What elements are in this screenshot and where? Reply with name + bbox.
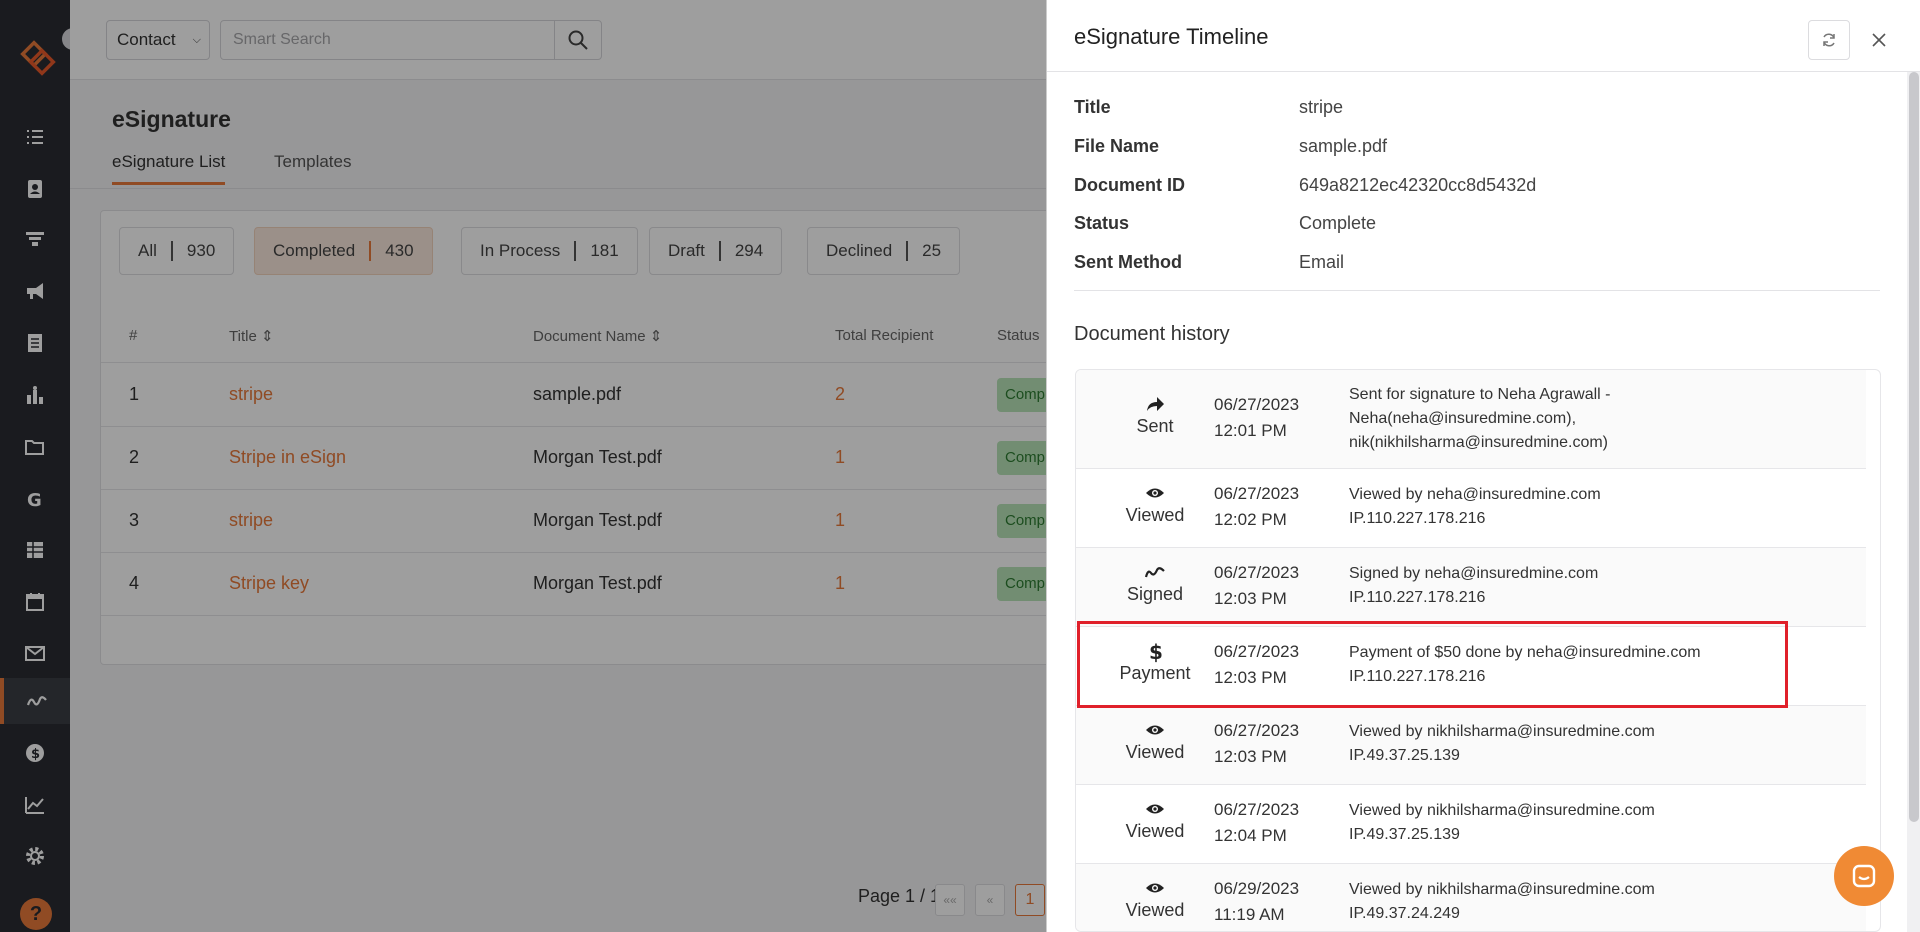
history-type: Signed (1076, 560, 1234, 605)
history-description: Viewed by nikhilsharma@insuredmine.com I… (1349, 720, 1655, 768)
payment-highlight-box (1077, 621, 1788, 708)
history-date: 06/27/2023 12:04 PM (1214, 797, 1299, 849)
history-description: Signed by neha@insuredmine.com IP.110.22… (1349, 562, 1598, 610)
refresh-icon (1823, 33, 1835, 47)
history-row: Signed 06/27/2023 12:03 PM Signed by neh… (1076, 548, 1866, 627)
info-label-title: Title (1074, 97, 1111, 117)
history-date-value: 06/27/2023 (1214, 484, 1300, 503)
info-divider (1074, 290, 1880, 291)
history-row: Viewed 06/29/2023 11:19 AM Viewed by nik… (1076, 864, 1866, 931)
eye-icon (1146, 725, 1164, 735)
history-date-value: 06/27/2023 (1214, 563, 1300, 582)
info-value-sent-method: Email (1299, 252, 1345, 272)
share-arrow-icon (1147, 397, 1164, 411)
signature-icon (1144, 567, 1165, 578)
drawer-scrollbar[interactable] (1909, 72, 1919, 822)
drawer-header: eSignature Timeline (1047, 0, 1920, 72)
history-type-label: Viewed (1125, 742, 1185, 762)
history-type-label: Viewed (1125, 900, 1185, 920)
close-icon (1872, 33, 1886, 47)
history-type-label: Viewed (1125, 505, 1185, 525)
history-description: Viewed by nikhilsharma@insuredmine.com I… (1349, 799, 1655, 847)
history-time-value: 12:01 PM (1214, 421, 1287, 440)
eye-icon (1146, 883, 1164, 893)
history-type-label: Sent (1136, 416, 1174, 436)
drawer-title: eSignature Timeline (1074, 24, 1269, 49)
history-row: Viewed 06/27/2023 12:03 PM Viewed by nik… (1076, 706, 1866, 785)
history-date-value: 06/27/2023 (1214, 721, 1300, 740)
history-date: 06/27/2023 12:01 PM (1214, 392, 1299, 444)
refresh-button[interactable] (1808, 20, 1850, 60)
history-line: nik(nikhilsharma@insuredmine.com) (1349, 434, 1608, 451)
history-row: Viewed 06/27/2023 12:04 PM Viewed by nik… (1076, 785, 1866, 864)
history-line: Viewed by nikhilsharma@insuredmine.com (1349, 723, 1655, 740)
history-line: Viewed by nikhilsharma@insuredmine.com (1349, 881, 1655, 898)
history-time-value: 12:03 PM (1214, 747, 1287, 766)
info-label-file-name: File Name (1074, 136, 1160, 156)
history-date-value: 06/27/2023 (1214, 395, 1300, 414)
info-value-title: stripe (1299, 97, 1344, 117)
history-date-value: 06/27/2023 (1214, 800, 1300, 819)
document-history-title: Document history (1074, 323, 1230, 345)
history-line: Signed by neha@insuredmine.com (1349, 565, 1599, 582)
history-time-value: 11:19 AM (1214, 905, 1285, 924)
history-date: 06/29/2023 11:19 AM (1214, 876, 1299, 928)
history-date-value: 06/29/2023 (1214, 879, 1300, 898)
eye-icon (1146, 488, 1164, 498)
info-value-document-id: 649a8212ec42320cc8d5432d (1299, 175, 1537, 195)
history-description: Sent for signature to Neha Agrawall - Ne… (1349, 383, 1610, 455)
history-type: Viewed (1076, 876, 1234, 921)
history-time-value: 12:02 PM (1214, 510, 1287, 529)
history-line: Viewed by nikhilsharma@insuredmine.com (1349, 802, 1655, 819)
chat-launcher-button[interactable] (1834, 846, 1894, 906)
history-line: IP.49.37.25.139 (1349, 826, 1460, 843)
eye-icon (1146, 804, 1164, 814)
history-time-value: 12:04 PM (1214, 826, 1287, 845)
info-label-status: Status (1074, 213, 1130, 233)
info-label-document-id: Document ID (1074, 175, 1186, 195)
history-line: Neha(neha@insuredmine.com), (1349, 410, 1577, 427)
history-row: Viewed 06/27/2023 12:02 PM Viewed by neh… (1076, 469, 1866, 548)
info-value-status: Complete (1299, 213, 1377, 233)
history-type: Sent (1076, 392, 1234, 437)
history-time-value: 12:03 PM (1214, 589, 1287, 608)
history-type: Viewed (1076, 718, 1234, 763)
history-date: 06/27/2023 12:02 PM (1214, 481, 1299, 533)
history-line: Sent for signature to Neha Agrawall - (1349, 386, 1611, 403)
history-type: Viewed (1076, 797, 1234, 842)
history-row: Sent 06/27/2023 12:01 PM Sent for signat… (1076, 370, 1866, 469)
history-line: IP.49.37.25.139 (1349, 747, 1460, 764)
history-type-label: Signed (1126, 584, 1184, 604)
history-date: 06/27/2023 12:03 PM (1214, 560, 1299, 612)
history-description: Viewed by nikhilsharma@insuredmine.com I… (1349, 878, 1655, 926)
history-line: IP.110.227.178.216 (1349, 589, 1486, 606)
history-type: Viewed (1076, 481, 1234, 526)
close-button[interactable] (1863, 24, 1895, 56)
esignature-timeline-drawer: eSignature Timeline Title stripe File Na… (1046, 0, 1920, 932)
history-description: Viewed by neha@insuredmine.com IP.110.22… (1349, 483, 1601, 531)
history-line: IP.49.37.24.249 (1349, 905, 1460, 922)
history-date: 06/27/2023 12:03 PM (1214, 718, 1299, 770)
chat-icon (1852, 864, 1876, 888)
history-type-label: Viewed (1125, 821, 1185, 841)
info-label-sent-method: Sent Method (1074, 252, 1182, 272)
history-line: IP.110.227.178.216 (1349, 510, 1486, 527)
history-line: Viewed by neha@insuredmine.com (1349, 486, 1601, 503)
info-value-file-name: sample.pdf (1299, 136, 1388, 156)
